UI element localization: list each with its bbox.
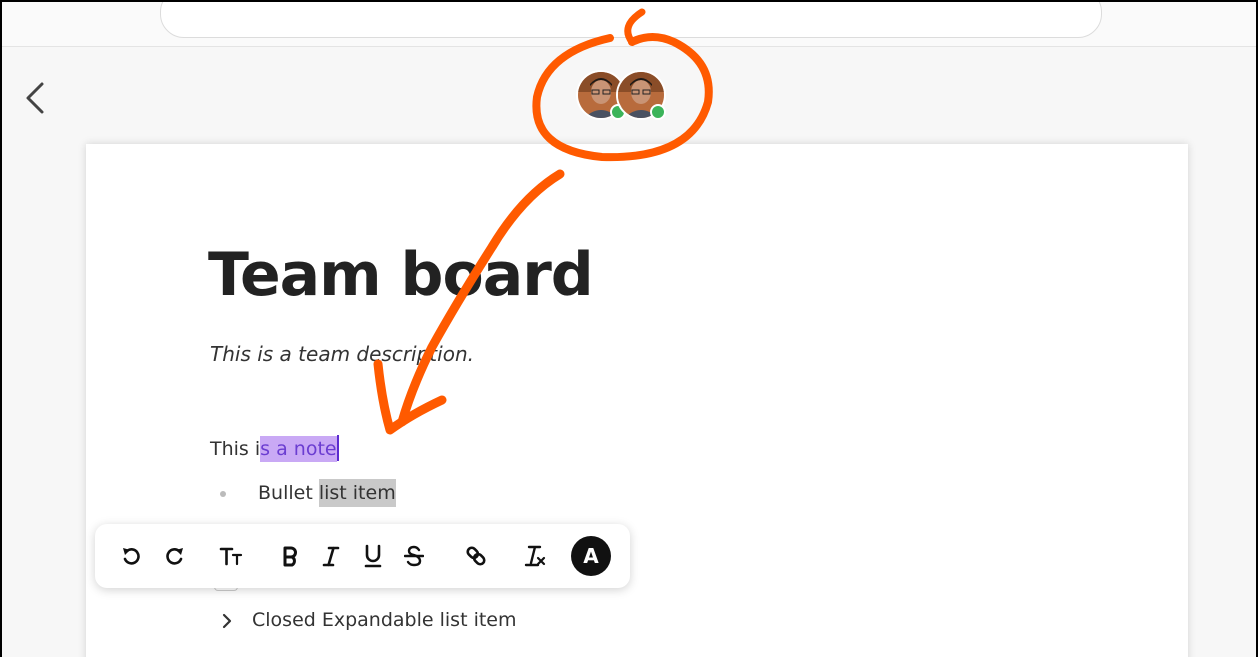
link-icon[interactable] <box>461 541 491 571</box>
text-color-button[interactable]: A <box>571 536 611 576</box>
text-size-icon[interactable] <box>217 541 245 571</box>
chevron-left-icon[interactable] <box>22 80 52 116</box>
expandable-label: Closed Expandable list item <box>252 609 517 631</box>
team-description[interactable]: This is a team description. <box>210 342 474 366</box>
underline-icon[interactable] <box>361 541 385 571</box>
strikethrough-icon[interactable] <box>401 541 427 571</box>
selected-text: s a note <box>260 436 337 462</box>
redo-icon[interactable] <box>161 541 189 571</box>
avatar[interactable] <box>616 70 666 120</box>
clear-format-icon[interactable] <box>521 541 549 571</box>
note-paragraph[interactable]: This is a note <box>210 434 339 462</box>
expandable-list-item[interactable]: Closed Expandable list item <box>220 609 517 631</box>
top-bar-pill <box>160 2 1102 38</box>
formatting-toolbar: A <box>95 524 630 588</box>
undo-icon[interactable] <box>117 541 145 571</box>
text-cursor <box>336 434 339 461</box>
bullet-text: Bullet <box>258 482 319 504</box>
italic-icon[interactable] <box>319 541 343 571</box>
chevron-right-icon[interactable] <box>220 609 236 631</box>
bullet-dot-icon <box>220 490 226 497</box>
note-text: This i <box>210 438 261 460</box>
page-title[interactable]: Team board <box>208 240 594 310</box>
top-bar <box>2 2 1256 47</box>
highlighted-text: list item <box>318 479 396 507</box>
app-window: Team board This is a team description. T… <box>0 0 1258 657</box>
online-status-dot <box>650 104 666 120</box>
list-item[interactable]: Bullet list item <box>220 479 396 507</box>
bold-icon[interactable] <box>277 541 303 571</box>
